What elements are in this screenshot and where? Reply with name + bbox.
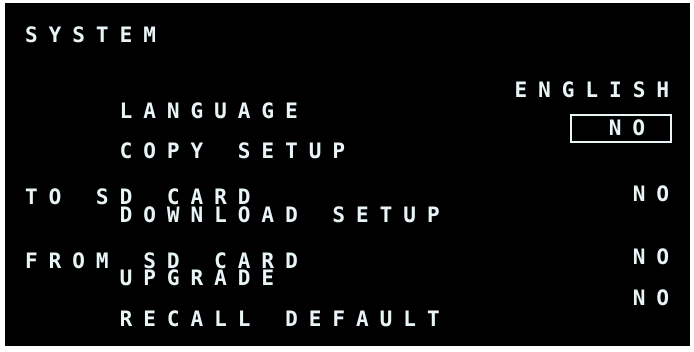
language-value[interactable]: ENGLISH xyxy=(514,80,680,101)
osd-screen: SYSTEM LANGUAGE ENGLISH COPY SETUP TO SD… xyxy=(5,3,690,346)
menu-title: SYSTEM xyxy=(25,23,167,47)
copy-setup-label-line-1: COPY SETUP xyxy=(119,139,357,163)
copy-setup-value[interactable]: NO xyxy=(570,114,672,143)
upgrade-value[interactable]: NO xyxy=(633,247,680,268)
recall-default-value[interactable]: NO xyxy=(633,288,680,309)
download-setup-value[interactable]: NO xyxy=(633,184,680,205)
upgrade-label-line: UPGRADE xyxy=(119,266,286,290)
menu-item-recall-default-label[interactable]: RECALL DEFAULT xyxy=(25,288,451,351)
download-setup-label-line-1: DOWNLOAD SETUP xyxy=(119,203,451,227)
recall-default-label-line: RECALL DEFAULT xyxy=(119,307,451,331)
